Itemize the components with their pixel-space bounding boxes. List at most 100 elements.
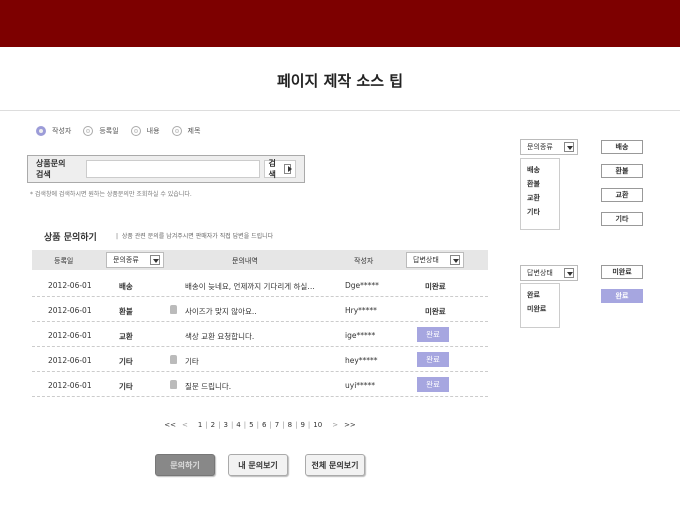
prev-page-link[interactable]: < (182, 421, 188, 429)
header-author: 작성자 (354, 257, 374, 265)
row-content[interactable]: 색상 교환 요청합니다. (185, 331, 254, 342)
search-option-radio[interactable]: 등록일 (83, 126, 119, 136)
status-text: 미완료 (425, 307, 446, 316)
type-option[interactable]: 환불 (527, 177, 553, 191)
last-page-link[interactable]: >> (344, 421, 356, 429)
table-row: 2012-06-01 기타 질문 드립니다. uyi***** 완료 (32, 372, 488, 397)
page-link[interactable]: 6 (262, 421, 266, 429)
status-badge: 완료 (417, 377, 449, 392)
row-date: 2012-06-01 (48, 306, 92, 315)
side-type-select[interactable]: 문의종류 (520, 139, 578, 155)
page-link[interactable]: 2 (211, 421, 215, 429)
dropdown-arrow-icon (564, 268, 574, 278)
status-filter-select[interactable]: 답변상태 (406, 252, 464, 268)
type-tag-button[interactable]: 교환 (601, 188, 643, 202)
type-filter-select[interactable]: 문의종류 (106, 252, 164, 268)
status-badge: 완료 (417, 352, 449, 367)
row-type: 기타 (119, 357, 133, 366)
search-note: * 검색창에 검색하시면 원하는 상품문의만 조회하실 수 있습니다. (30, 191, 192, 198)
side-type-select-label: 문의종류 (527, 143, 553, 151)
row-content[interactable]: 질문 드립니다. (185, 381, 231, 392)
search-label: 상품문의 검색 (36, 159, 66, 179)
radio-circle-icon (83, 126, 94, 136)
incomplete-tag-button[interactable]: 미완료 (601, 265, 643, 279)
page-link[interactable]: 3 (223, 421, 227, 429)
search-option-label: 내용 (146, 127, 160, 135)
status-badge: 완료 (417, 327, 449, 342)
page-separator: | (218, 421, 221, 429)
table-row: 2012-06-01 기타 기타 hey***** 완료 (32, 347, 488, 372)
radio-circle-icon (171, 126, 182, 136)
type-tag-button[interactable]: 환불 (601, 164, 643, 178)
type-option[interactable]: 교환 (527, 191, 553, 205)
page-link[interactable]: 4 (236, 421, 240, 429)
next-page-link[interactable]: > (332, 421, 338, 429)
row-date: 2012-06-01 (48, 356, 92, 365)
page-separator: | (256, 421, 259, 429)
search-option-radio[interactable]: 내용 (130, 126, 160, 136)
type-option[interactable]: 기타 (527, 205, 553, 219)
section-subtitle-text: 상품 관련 문의를 남겨주시면 판매자가 직접 답변을 드립니다 (121, 233, 274, 240)
row-type: 환불 (119, 307, 133, 316)
complete-tag-button[interactable]: 완료 (601, 289, 643, 303)
page-link[interactable]: 7 (275, 421, 279, 429)
search-option-label: 제목 (187, 127, 201, 135)
lock-icon (170, 380, 177, 389)
status-options-list: 완료 미완료 (520, 283, 560, 328)
status-option[interactable]: 완료 (527, 288, 553, 302)
search-option-radio[interactable]: 작성자 (36, 126, 71, 136)
row-author: uyi***** (345, 381, 376, 390)
radio-circle-icon (36, 126, 46, 136)
row-date: 2012-06-01 (48, 331, 92, 340)
search-button-label: 검색 (268, 159, 276, 179)
search-option-radio[interactable]: 제목 (171, 126, 201, 136)
page-title: 페이지 제작 소스 팁 (276, 72, 404, 90)
row-type: 교환 (119, 332, 133, 341)
page-link[interactable]: 9 (300, 421, 304, 429)
page-link[interactable]: 8 (288, 421, 292, 429)
type-options-list: 배송 환불 교환 기타 (520, 158, 560, 230)
row-content[interactable]: 배송이 늦네요, 언제까지 기다리게 하실… (185, 281, 315, 292)
page-link[interactable]: 1 (198, 421, 202, 429)
search-input[interactable] (85, 160, 260, 178)
top-banner (0, 0, 680, 47)
search-box: 상품문의 검색 검색 (27, 155, 305, 183)
row-content[interactable]: 기타 (185, 356, 199, 367)
my-inquiries-button[interactable]: 내 문의보기 (228, 454, 288, 476)
section-title: 상품 문의하기 (44, 233, 97, 243)
header-date: 등록일 (54, 257, 74, 265)
table-row: 2012-06-01 환불 사이즈가 맞지 않아요.. Hry***** 미완료 (32, 297, 488, 322)
ask-button[interactable]: 문의하기 (155, 454, 215, 476)
all-inquiries-button[interactable]: 전체 문의보기 (305, 454, 365, 476)
pagination: << <1 | 2 | 3 | 4 | 5 | 6 | 7 | 8 | 9 | 10 > >> (0, 421, 520, 429)
table-header: 등록일 문의종류 문의내역 작성자 답변상태 (32, 250, 488, 270)
first-page-link[interactable]: << (164, 421, 176, 429)
search-options: 작성자 등록일 내용 제목 (36, 126, 212, 136)
search-button[interactable]: 검색 (263, 159, 296, 179)
lock-icon (170, 355, 177, 364)
row-type: 배송 (119, 282, 133, 291)
type-tag-button[interactable]: 기타 (601, 212, 643, 226)
page-link[interactable]: 5 (249, 421, 253, 429)
row-author: hey***** (345, 356, 378, 365)
dropdown-arrow-icon (150, 255, 160, 265)
page-link[interactable]: 10 (313, 421, 322, 429)
page-separator: | (282, 421, 285, 429)
side-status-select-label: 답변상태 (527, 269, 553, 277)
search-option-label: 작성자 (52, 127, 72, 135)
side-status-select[interactable]: 답변상태 (520, 265, 578, 281)
play-icon (283, 164, 293, 174)
page-separator: | (295, 421, 298, 429)
status-option[interactable]: 미완료 (527, 302, 553, 316)
type-tag-button[interactable]: 배송 (601, 140, 643, 154)
row-author: Dge***** (345, 281, 379, 290)
type-option[interactable]: 배송 (527, 163, 553, 177)
row-content[interactable]: 사이즈가 맞지 않아요.. (185, 306, 257, 317)
section-subtitle: | 상품 관련 문의를 남겨주시면 판매자가 직접 답변을 드립니다 (116, 233, 274, 240)
page-separator: | (205, 421, 208, 429)
page-separator: | (307, 421, 311, 429)
status-text: 미완료 (425, 282, 446, 291)
row-author: ige***** (345, 331, 376, 340)
dropdown-arrow-icon (564, 142, 574, 152)
page-separator: | (243, 421, 247, 429)
